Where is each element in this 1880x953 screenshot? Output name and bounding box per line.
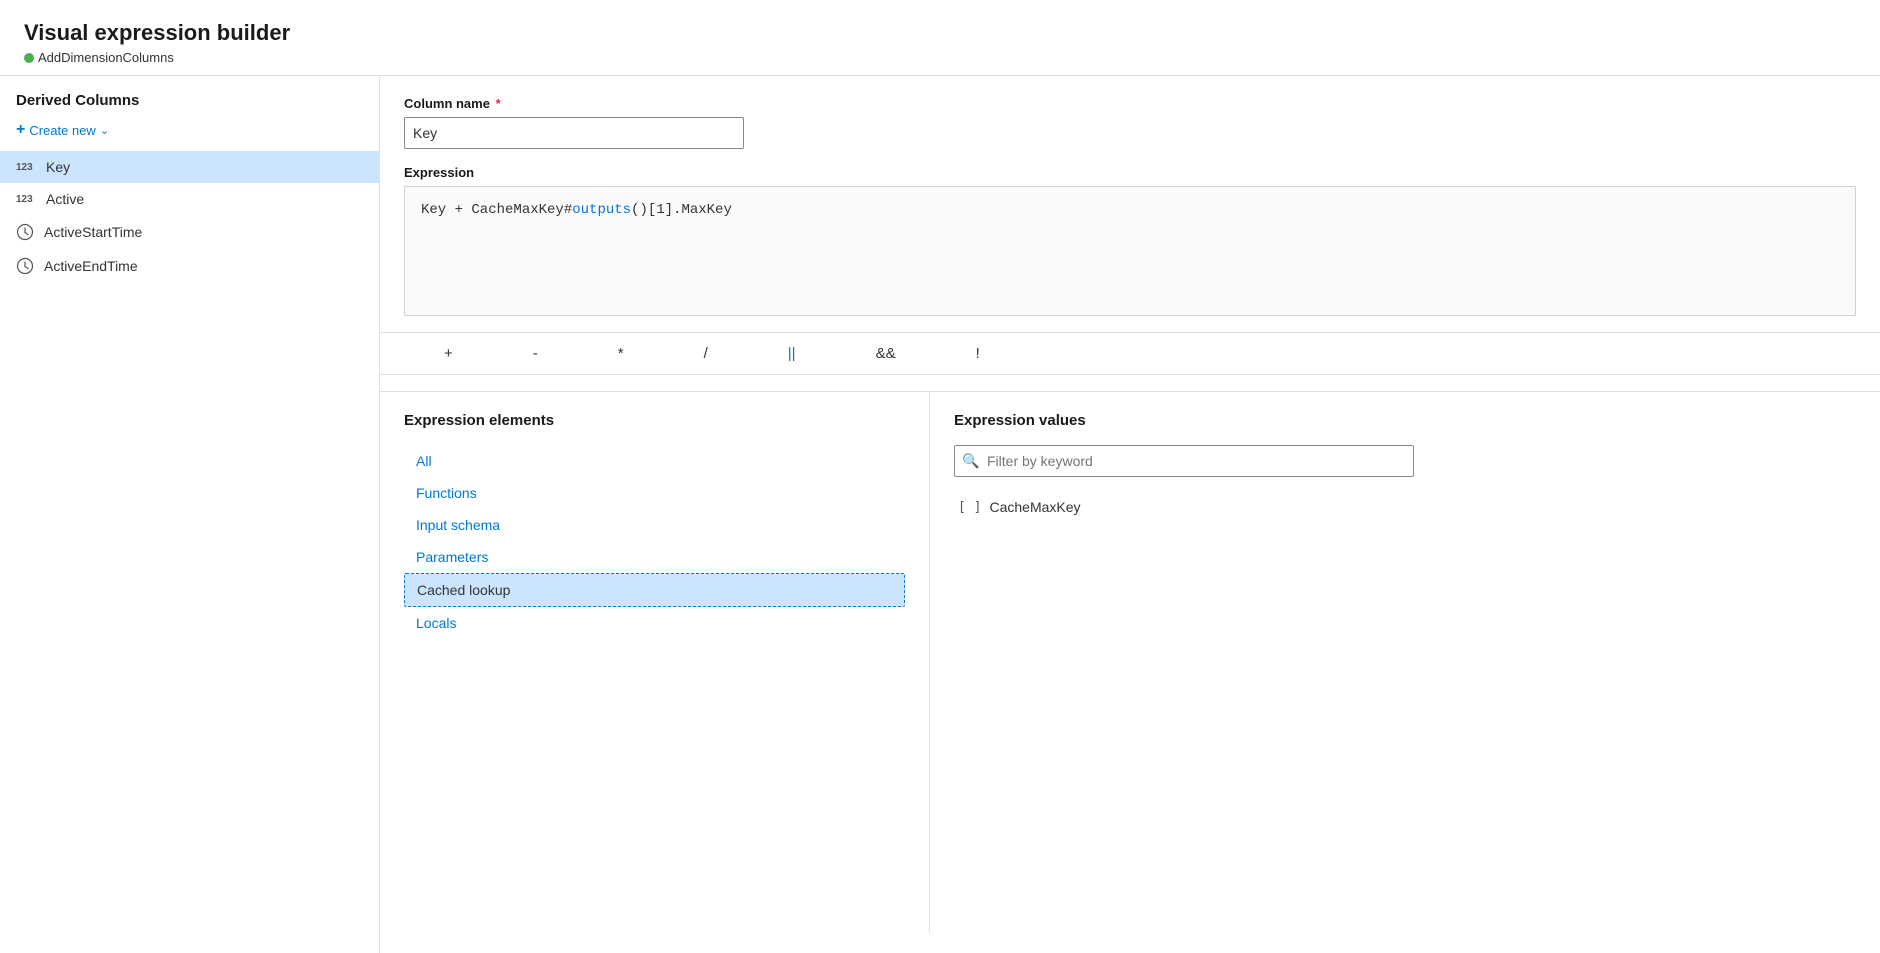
page-title: Visual expression builder bbox=[24, 20, 1880, 46]
sidebar-section-title: Derived Columns bbox=[0, 92, 379, 117]
type-badge-active: 123 bbox=[16, 194, 36, 205]
elem-functions[interactable]: Functions bbox=[404, 477, 905, 509]
elem-parameters[interactable]: Parameters bbox=[404, 541, 905, 573]
main-layout: Derived Columns + Create new ⌄ 123 Key 1… bbox=[0, 75, 1880, 953]
elem-input-schema[interactable]: Input schema bbox=[404, 509, 905, 541]
operators-bar: + - * / || && ! bbox=[380, 332, 1880, 375]
sidebar-item-active[interactable]: 123 Active bbox=[0, 183, 379, 215]
create-new-button[interactable]: + Create new ⌄ bbox=[0, 117, 379, 151]
expression-elements-panel: Expression elements All Functions Input … bbox=[380, 392, 930, 933]
header-subtitle: AddDimensionColumns bbox=[24, 50, 1880, 65]
create-new-label: Create new bbox=[29, 123, 95, 138]
expression-box[interactable]: Key + CacheMaxKey#outputs()[1].MaxKey bbox=[404, 186, 1856, 316]
filter-input-wrap: 🔍 bbox=[954, 445, 1856, 477]
expr-link[interactable]: outputs bbox=[572, 202, 631, 218]
chevron-down-icon: ⌄ bbox=[100, 124, 109, 137]
expr-prefix: Key + CacheMaxKey# bbox=[421, 202, 572, 218]
value-label-cache-max-key: CacheMaxKey bbox=[989, 499, 1080, 515]
op-plus[interactable]: + bbox=[404, 341, 493, 366]
clock-icon-start bbox=[16, 223, 34, 241]
sidebar-label-active-start-time: ActiveStartTime bbox=[44, 224, 142, 240]
filter-input[interactable] bbox=[954, 445, 1414, 477]
op-multiply[interactable]: * bbox=[578, 341, 664, 366]
clock-icon-end bbox=[16, 257, 34, 275]
required-star: * bbox=[492, 96, 501, 111]
type-badge-key: 123 bbox=[16, 162, 36, 173]
expression-group: Expression Key + CacheMaxKey#outputs()[1… bbox=[404, 165, 1856, 316]
expression-text: Key + CacheMaxKey#outputs()[1].MaxKey bbox=[421, 202, 732, 218]
main-content: Column name * Expression Key + CacheMaxK… bbox=[380, 76, 1880, 953]
sidebar-label-active: Active bbox=[46, 191, 84, 207]
sidebar-item-active-start-time[interactable]: ActiveStartTime bbox=[0, 215, 379, 249]
array-icon: [ ] bbox=[958, 500, 981, 515]
expr-suffix: ()[1].MaxKey bbox=[631, 202, 732, 218]
op-minus[interactable]: - bbox=[493, 341, 578, 366]
op-and[interactable]: && bbox=[836, 341, 936, 366]
elem-locals[interactable]: Locals bbox=[404, 607, 905, 639]
expression-label: Expression bbox=[404, 165, 1856, 180]
expression-values-panel: Expression values 🔍 [ ] CacheMaxKey bbox=[930, 392, 1880, 933]
sidebar-item-active-end-time[interactable]: ActiveEndTime bbox=[0, 249, 379, 283]
plus-icon: + bbox=[16, 121, 25, 139]
sidebar-label-active-end-time: ActiveEndTime bbox=[44, 258, 138, 274]
column-name-group: Column name * bbox=[404, 96, 1856, 149]
expression-values-title: Expression values bbox=[954, 412, 1856, 429]
sidebar-item-key[interactable]: 123 Key bbox=[0, 151, 379, 183]
expression-elements-title: Expression elements bbox=[404, 412, 905, 429]
elem-cached-lookup[interactable]: Cached lookup bbox=[404, 573, 905, 607]
expression-elements-list: All Functions Input schema Parameters Ca… bbox=[404, 445, 905, 639]
app-container: Visual expression builder AddDimensionCo… bbox=[0, 0, 1880, 953]
column-name-label: Column name * bbox=[404, 96, 1856, 111]
column-name-input[interactable] bbox=[404, 117, 744, 149]
op-divide[interactable]: / bbox=[664, 341, 748, 366]
elem-all[interactable]: All bbox=[404, 445, 905, 477]
status-dot bbox=[24, 53, 34, 63]
header: Visual expression builder AddDimensionCo… bbox=[0, 20, 1880, 75]
op-or[interactable]: || bbox=[748, 341, 836, 366]
bottom-section: Expression elements All Functions Input … bbox=[380, 391, 1880, 933]
sidebar: Derived Columns + Create new ⌄ 123 Key 1… bbox=[0, 76, 380, 953]
sidebar-label-key: Key bbox=[46, 159, 70, 175]
subtitle-text: AddDimensionColumns bbox=[38, 50, 174, 65]
op-not[interactable]: ! bbox=[936, 341, 1020, 366]
value-item-cache-max-key[interactable]: [ ] CacheMaxKey bbox=[954, 493, 1856, 521]
